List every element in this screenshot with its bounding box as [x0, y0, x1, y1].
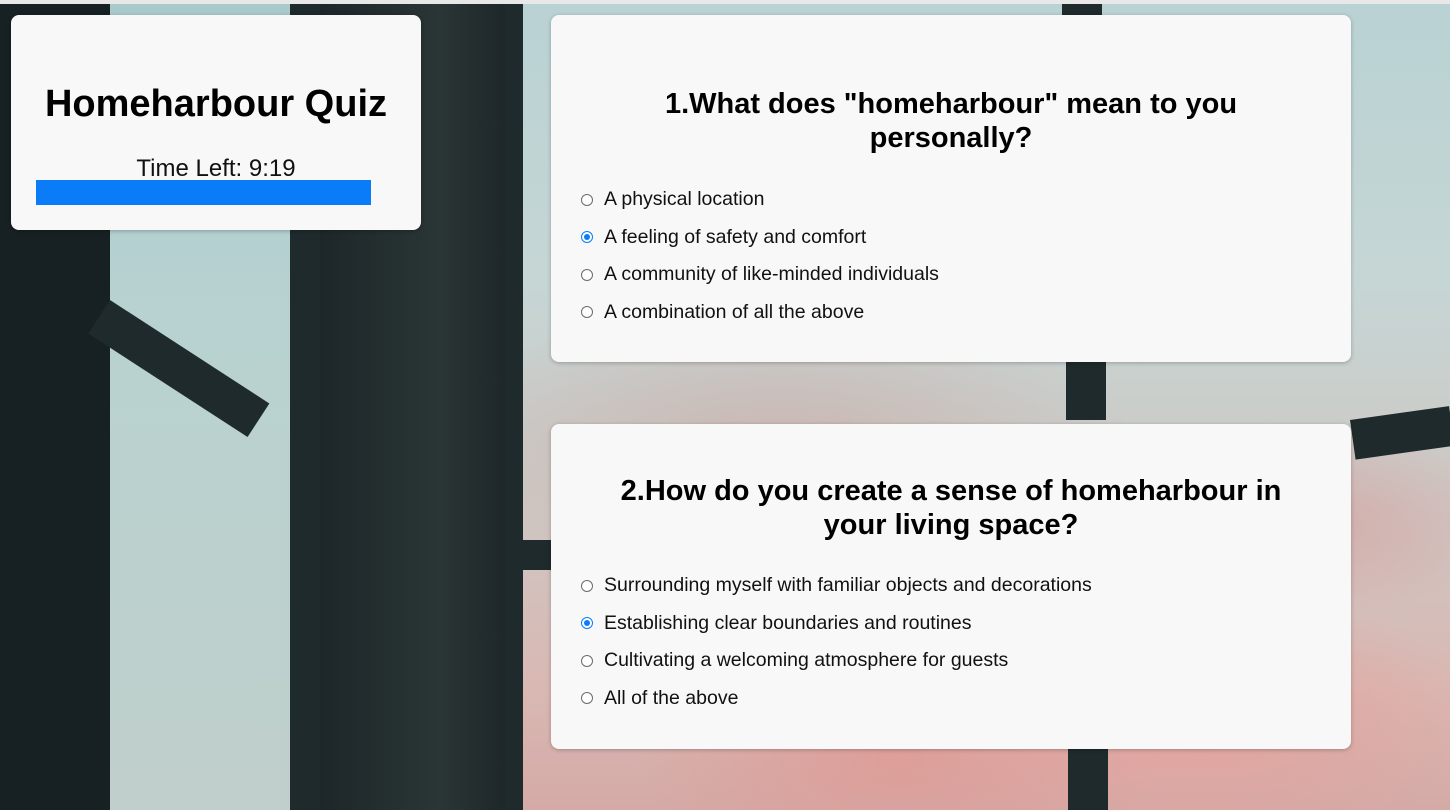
answer-label[interactable]: Surrounding myself with familiar objects… [604, 574, 1092, 597]
answer-option[interactable]: A combination of all the above [581, 294, 1321, 332]
answer-option[interactable]: Establishing clear boundaries and routin… [581, 605, 1321, 643]
answer-label[interactable]: A combination of all the above [604, 301, 864, 324]
answer-option[interactable]: A feeling of safety and comfort [581, 219, 1321, 257]
answer-label[interactable]: Cultivating a welcoming atmosphere for g… [604, 649, 1008, 672]
quiz-title: Homeharbour Quiz [44, 83, 388, 125]
answer-option[interactable]: Cultivating a welcoming atmosphere for g… [581, 642, 1321, 680]
radio-button[interactable] [581, 193, 593, 206]
answer-label[interactable]: Establishing clear boundaries and routin… [604, 612, 971, 635]
question-title: 1.What does "homeharbour" mean to you pe… [664, 88, 1238, 154]
question-card-2: 2.How do you create a sense of homeharbo… [551, 424, 1351, 749]
radio-button[interactable] [581, 654, 593, 667]
answer-option[interactable]: Surrounding myself with familiar objects… [581, 567, 1321, 605]
question-title: 2.How do you create a sense of homeharbo… [620, 475, 1282, 541]
radio-button[interactable] [581, 231, 593, 244]
radio-button[interactable] [581, 692, 593, 705]
answer-option[interactable]: A physical location [581, 181, 1321, 219]
answer-options: Surrounding myself with familiar objects… [581, 567, 1321, 717]
answer-label[interactable]: A feeling of safety and comfort [604, 226, 866, 249]
answer-options: A physical location A feeling of safety … [581, 181, 1321, 331]
answer-option[interactable]: A community of like-minded individuals [581, 256, 1321, 294]
answer-label[interactable]: All of the above [604, 687, 738, 710]
time-left-label: Time Left: 9:19 [136, 155, 296, 182]
radio-button[interactable] [581, 617, 593, 630]
timer-progress-fill [36, 180, 371, 205]
radio-button[interactable] [581, 268, 593, 281]
timer-progress-bar [36, 180, 371, 205]
radio-button[interactable] [581, 579, 593, 592]
answer-label[interactable]: A physical location [604, 188, 764, 211]
answer-option[interactable]: All of the above [581, 680, 1321, 718]
question-card-1: 1.What does "homeharbour" mean to you pe… [551, 15, 1351, 362]
quiz-info-card: Homeharbour Quiz Time Left: 9:19 [11, 15, 421, 230]
radio-button[interactable] [581, 306, 593, 319]
answer-label[interactable]: A community of like-minded individuals [604, 263, 939, 286]
